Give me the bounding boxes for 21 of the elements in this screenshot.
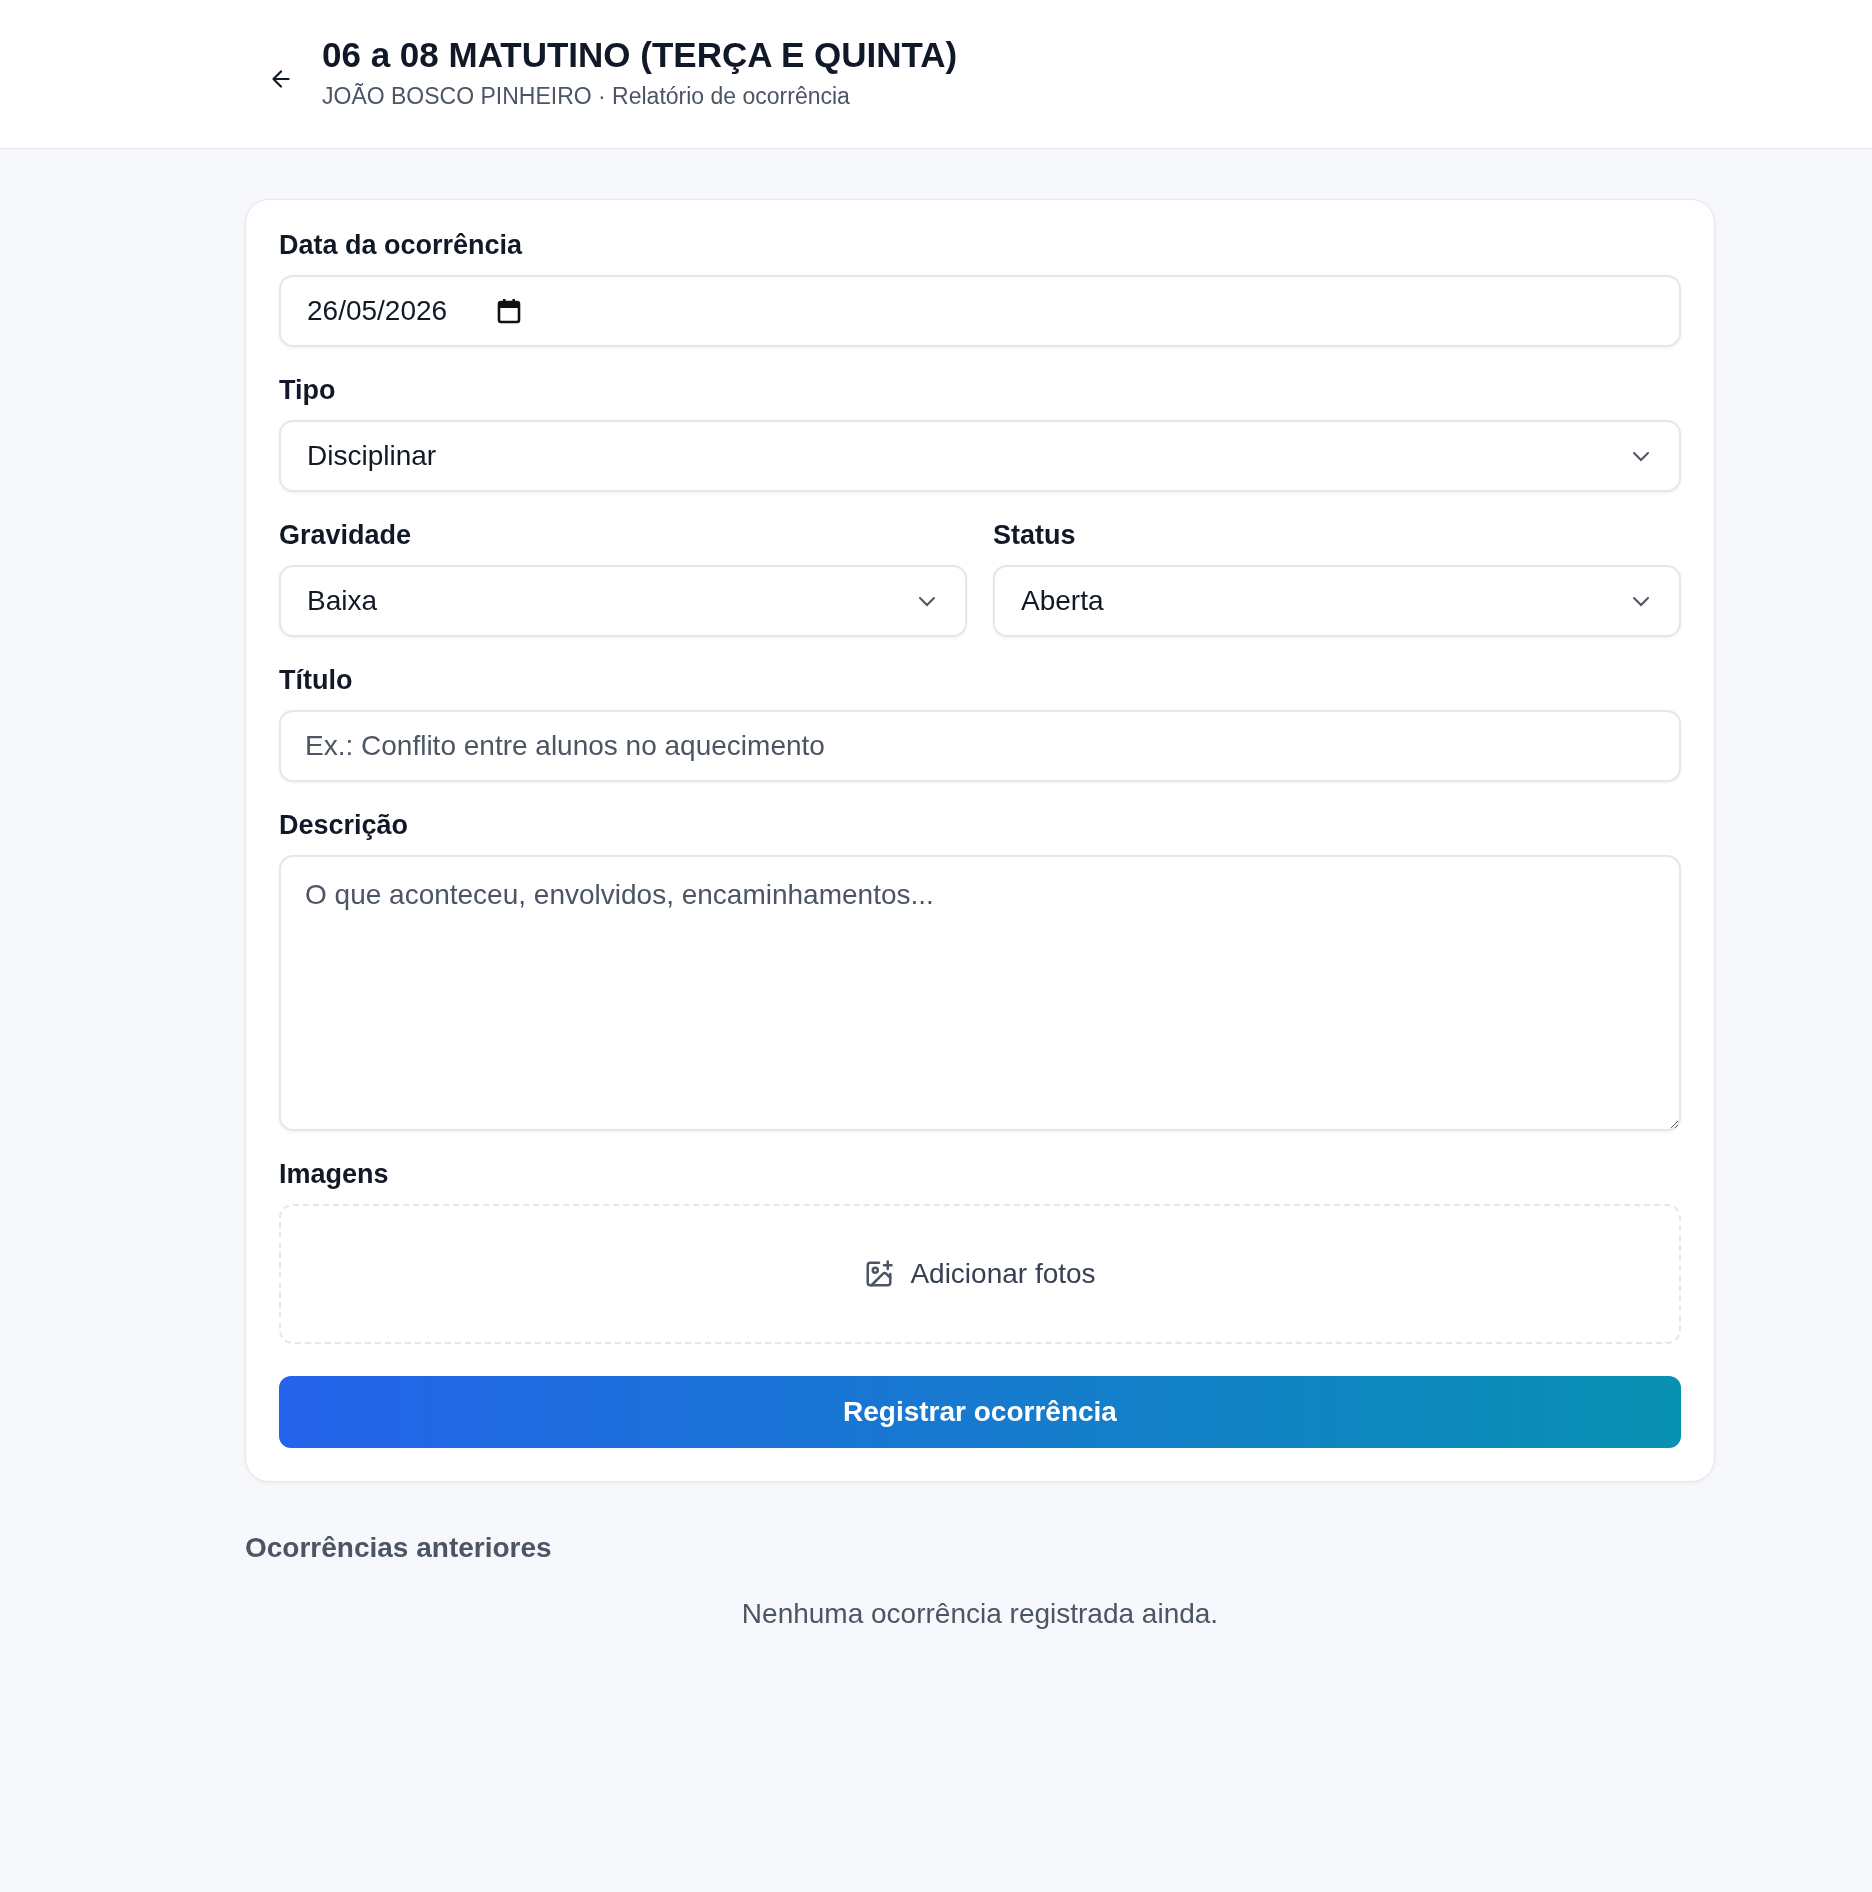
field-label: Data da ocorrência	[279, 230, 524, 261]
field-label: Gravidade	[279, 520, 413, 551]
date-field[interactable]: 26/05/2026	[279, 275, 1681, 347]
section-heading: Ocorrências anteriores	[245, 1532, 553, 1564]
field-label: Descrição	[279, 810, 410, 841]
field-label: Status	[993, 520, 1077, 551]
empty-message: Nenhuma ocorrência registrada ainda.	[740, 1598, 1220, 1630]
select-field[interactable]: Baixa	[279, 565, 967, 637]
title-field[interactable]: Ex.: Conflito entre alunos no aquecimento	[279, 710, 1681, 782]
add-photos-button[interactable]: Adicionar fotos	[279, 1204, 1681, 1344]
submit-button[interactable]: Registrar ocorrência	[279, 1376, 1681, 1448]
page-title: 06 a 08 MATUTINO (TERÇA E QUINTA)	[322, 34, 958, 75]
image-plus-icon	[864, 1259, 895, 1289]
description-field[interactable]: O que aconteceu, envolvidos, encaminhamentos...	[279, 855, 1681, 1131]
select-field[interactable]: Disciplinar	[279, 420, 1681, 492]
select-field[interactable]: Aberta	[993, 565, 1681, 637]
field-label: Título	[279, 665, 354, 696]
page-subtitle: JOÃO BOSCO PINHEIRO · Relatório de ocorrência	[322, 82, 851, 110]
calendar-icon	[497, 298, 522, 324]
field-label: Imagens	[279, 1159, 390, 1190]
field-label: Tipo	[279, 375, 337, 406]
